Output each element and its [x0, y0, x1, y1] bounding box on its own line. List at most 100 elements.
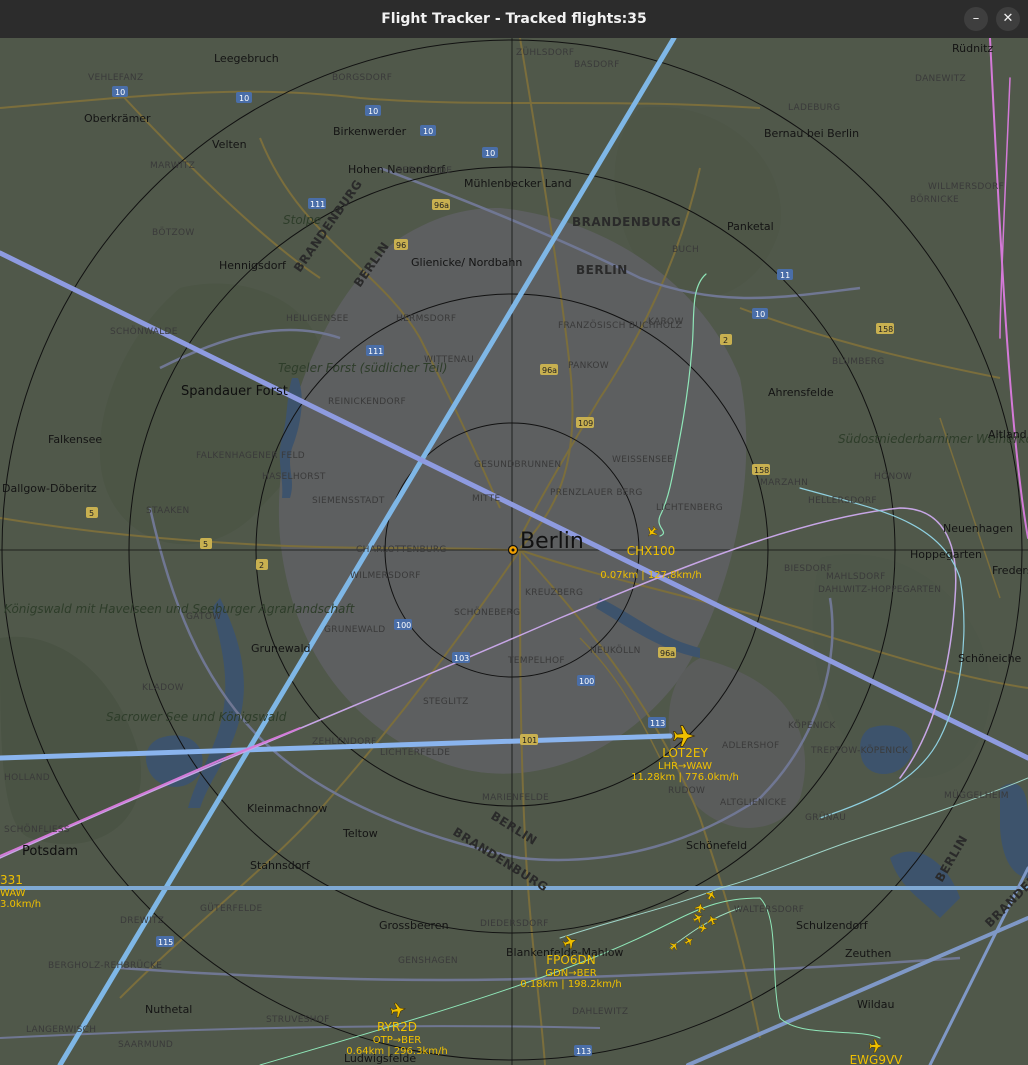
- place-label: Dallgow-Döberitz: [2, 482, 97, 495]
- map-label: NEUKÖLLN: [590, 645, 641, 656]
- map-label: 158: [878, 325, 893, 334]
- map-label: 111: [310, 200, 325, 209]
- flight-callsign: LOT2EY: [662, 746, 708, 760]
- map-label: SCHÖNFLIESS: [4, 824, 70, 835]
- map-label: GRUNEWALD: [324, 625, 385, 635]
- flight-route: LHR→WAW: [658, 761, 712, 772]
- map-label: PRENZLAUER BERG: [550, 488, 643, 498]
- map-label: 109: [578, 419, 593, 428]
- place-label: Rüdnitz: [952, 42, 993, 55]
- place-label: Velten: [212, 138, 247, 151]
- map-label: LADEBURG: [788, 103, 840, 113]
- map-label: WEISSENSEE: [612, 455, 673, 465]
- map-label: HASELHORST: [262, 472, 326, 482]
- map-label: MARZAHN: [760, 478, 808, 488]
- flight-info: 0.07km | 127.8km/h: [600, 570, 701, 581]
- map-label: DIEDERSDORF: [480, 919, 549, 929]
- map-label: BÖRNICKE: [910, 194, 959, 205]
- place-label: Kleinmachnow: [247, 802, 327, 815]
- place-label: Zeuthen: [845, 947, 891, 960]
- map-label: MÜGGELHEIM: [944, 790, 1009, 801]
- map-label: WALTERSDORF: [734, 905, 804, 915]
- map-label: STEGLITZ: [423, 697, 469, 707]
- map-label: GENSHAGEN: [398, 956, 458, 966]
- flight-callsign: RYR2D: [377, 1020, 417, 1034]
- map-view[interactable]: Stolpe Tegeler Forst (südlicher Teil) Sü…: [0, 38, 1028, 1065]
- map-label: 2: [723, 336, 728, 345]
- map-label: LICHTENBERG: [656, 503, 723, 513]
- flight-callsign: FPO6DN: [546, 953, 595, 967]
- map-label: SIEMENSSTADT: [312, 496, 385, 506]
- map-label: 10: [755, 310, 765, 319]
- place-label: Hennigsdorf: [219, 259, 287, 272]
- forest-label: Sacrower See und Königswald: [106, 710, 287, 724]
- place-label: Neuenhagen: [943, 522, 1013, 535]
- map-label: BORGSDORF: [332, 73, 392, 83]
- forest-label: Stolpe: [283, 213, 321, 227]
- place-label: Schöneiche: [958, 652, 1022, 665]
- map-label: BIESDORF: [784, 564, 832, 574]
- map-label: GRÜNAU: [805, 812, 846, 823]
- place-label: Altland: [988, 428, 1027, 441]
- place-label: Mühlenbecker Land: [464, 177, 572, 190]
- map-label: 100: [579, 677, 594, 686]
- map-label: ALTGLIENICKE: [720, 798, 787, 808]
- map-label: BLUMBERG: [832, 357, 885, 367]
- map-label: MITTE: [472, 494, 500, 504]
- flight-info: 0.18km | 198.2km/h: [520, 979, 621, 990]
- place-label: Ahrensfelde: [768, 386, 834, 399]
- map-label: 5: [203, 540, 208, 549]
- flight-info: 11.28km | 776.0km/h: [631, 772, 739, 783]
- map-label: 101: [522, 736, 537, 745]
- place-label: Panketal: [727, 220, 774, 233]
- map-label: 111: [368, 347, 383, 356]
- place-label: Hoppegarten: [910, 548, 982, 561]
- map-label: 10: [423, 127, 433, 136]
- map-label: HERMSDORF: [396, 314, 456, 324]
- map-label: GESUNDBRUNNEN: [474, 460, 561, 470]
- flight-route: WAW: [0, 888, 26, 899]
- map-label: KREUZBERG: [525, 588, 583, 598]
- map-label: HEILIGENSEE: [286, 314, 349, 324]
- forest-label: Königswald mit Havelseen und Seeburger A…: [4, 602, 356, 616]
- map-label: RUDOW: [668, 786, 705, 796]
- place-label: Teltow: [342, 827, 378, 840]
- map-label: CHARLOTTENBURG: [356, 545, 447, 555]
- map-label: 158: [754, 466, 769, 475]
- window-title: Flight Tracker - Tracked flights:35: [381, 11, 647, 27]
- place-label: Wildau: [857, 998, 894, 1011]
- map-label: 10: [485, 149, 495, 158]
- map-label: WILMERSDORF: [350, 571, 421, 581]
- flight-info: 0.64km | 296.3km/h: [346, 1046, 447, 1057]
- place-label: Falkensee: [48, 433, 102, 446]
- flight-callsign: 331: [0, 873, 23, 887]
- map-label: DANEWITZ: [915, 74, 966, 84]
- map-label: BERLIN: [576, 263, 628, 277]
- map-label: GATOW: [186, 612, 221, 622]
- map-label: 96: [396, 241, 406, 250]
- map-label: TEMPELHOF: [507, 656, 565, 666]
- map-label: HOLLAND: [4, 773, 50, 783]
- map-label: KÖPENICK: [788, 720, 836, 731]
- map-label: LANGERWISCH: [26, 1025, 96, 1035]
- center-marker: [507, 544, 519, 556]
- map-label: 96a: [660, 649, 675, 658]
- map-label: FALKENHAGENER FELD: [196, 451, 305, 461]
- flight-callsign: CHX100: [627, 544, 676, 558]
- map-canvas: Stolpe Tegeler Forst (südlicher Teil) Sü…: [0, 38, 1028, 1065]
- center-label: Berlin: [520, 529, 584, 554]
- map-label: 10: [115, 88, 125, 97]
- place-label: Glienicke/ Nordbahn: [411, 256, 522, 269]
- minimize-button[interactable]: –: [964, 7, 988, 31]
- place-label: Stahnsdorf: [250, 859, 311, 872]
- place-label: Spandauer Forst: [181, 384, 288, 399]
- close-button[interactable]: ✕: [996, 7, 1020, 31]
- map-label: SAARMUND: [118, 1040, 173, 1050]
- map-label: DREWITZ: [120, 916, 164, 926]
- map-label: BÖTZOW: [152, 227, 195, 238]
- place-label: Birkenwerder: [333, 125, 407, 138]
- map-label: 103: [454, 654, 469, 663]
- map-label: 100: [396, 621, 411, 630]
- map-label: 96a: [434, 201, 449, 210]
- map-label: 10: [239, 94, 249, 103]
